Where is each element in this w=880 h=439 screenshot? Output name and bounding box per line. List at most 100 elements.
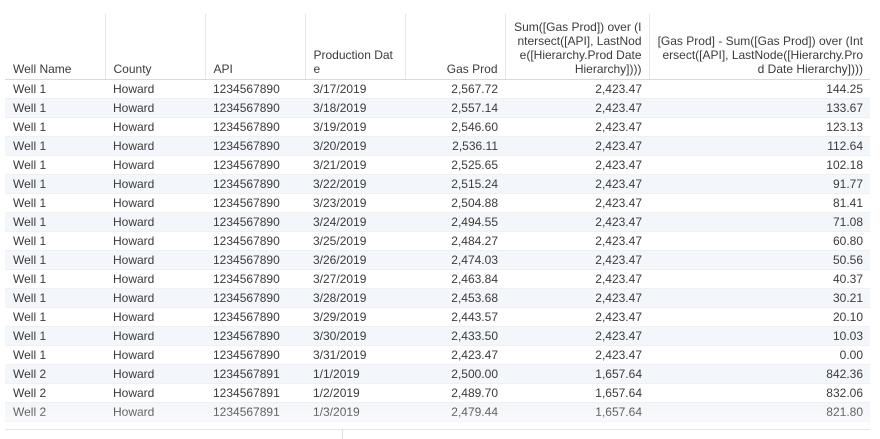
table-cell[interactable]: 1234567890: [205, 288, 305, 308]
table-cell[interactable]: 2,423.47: [505, 174, 649, 194]
column-header-gas-prod-difference[interactable]: [Gas Prod] - Sum([Gas Prod]) over (Inter…: [649, 14, 870, 80]
table-cell[interactable]: 81.41: [649, 193, 870, 213]
table-cell[interactable]: 1234567890: [205, 98, 305, 118]
table-cell[interactable]: 3/19/2019: [305, 117, 405, 137]
table-cell[interactable]: 1234567890: [205, 231, 305, 251]
table-cell[interactable]: 2,423.47: [505, 288, 649, 308]
table-cell[interactable]: 2,423.47: [505, 250, 649, 270]
table-cell[interactable]: 3/18/2019: [305, 98, 405, 118]
table-cell[interactable]: 1234567890: [205, 307, 305, 327]
table-cell[interactable]: 1234567890: [205, 117, 305, 137]
table-cell[interactable]: 3/25/2019: [305, 231, 405, 251]
table-cell[interactable]: Well 1: [5, 231, 105, 251]
table-cell[interactable]: Well 1: [5, 79, 105, 99]
table-cell[interactable]: 1234567890: [205, 136, 305, 156]
table-cell[interactable]: 2,484.27: [405, 231, 505, 251]
table-cell[interactable]: Well 1: [5, 117, 105, 137]
table-cell[interactable]: 2,423.47: [505, 193, 649, 213]
table-cell[interactable]: Howard: [105, 307, 205, 327]
column-header-gas-prod[interactable]: Gas Prod: [405, 14, 506, 80]
table-cell[interactable]: 1/3/2019: [305, 402, 405, 422]
table-cell[interactable]: 2,494.55: [405, 212, 505, 232]
table-row[interactable]: Well 1 Howard 1234567890 3/19/2019 2,546.60 2…: [5, 117, 870, 137]
table-cell[interactable]: 1234567890: [205, 174, 305, 194]
table-cell[interactable]: Well 1: [5, 212, 105, 232]
table-row[interactable]: Well 1 Howard 1234567890 3/23/2019 2,504.88 2…: [5, 193, 870, 213]
table-cell[interactable]: 60.80: [649, 231, 870, 251]
table-cell[interactable]: 1234567890: [205, 269, 305, 289]
table-row[interactable]: Well 1 Howard 1234567890 3/28/2019 2,453.68 2…: [5, 288, 870, 308]
table-cell[interactable]: Well 1: [5, 174, 105, 194]
table-cell[interactable]: 3/29/2019: [305, 307, 405, 327]
table-cell[interactable]: 2,536.11: [405, 136, 505, 156]
table-row[interactable]: Well 1 Howard 1234567890 3/17/2019 2,567.72 2…: [5, 79, 870, 99]
column-header-api[interactable]: API: [205, 14, 306, 80]
table-cell[interactable]: 2,433.50: [405, 326, 505, 346]
table-cell[interactable]: Howard: [105, 345, 205, 365]
table-cell[interactable]: 2,423.47: [505, 117, 649, 137]
table-cell[interactable]: Howard: [105, 364, 205, 384]
table-cell[interactable]: 1234567890: [205, 155, 305, 175]
table-cell[interactable]: 30.21: [649, 288, 870, 308]
table-cell[interactable]: 3/22/2019: [305, 174, 405, 194]
table-row[interactable]: Well 2 Howard 1234567891 1/2/2019 2,489.70 1,…: [5, 383, 870, 403]
table-cell[interactable]: 2,557.14: [405, 98, 505, 118]
table-cell[interactable]: 3/27/2019: [305, 269, 405, 289]
table-cell[interactable]: 2,567.72: [405, 79, 505, 99]
table-cell[interactable]: 2,443.57: [405, 307, 505, 327]
table-cell[interactable]: Well 1: [5, 288, 105, 308]
table-cell[interactable]: 2,423.47: [505, 98, 649, 118]
table-cell[interactable]: 1/2/2019: [305, 383, 405, 403]
table-cell[interactable]: Well 1: [5, 326, 105, 346]
table-cell[interactable]: Well 1: [5, 193, 105, 213]
table-row[interactable]: Well 1 Howard 1234567890 3/30/2019 2,433.50 2…: [5, 326, 870, 346]
table-cell[interactable]: 1,657.64: [505, 402, 649, 422]
table-cell[interactable]: 2,479.44: [405, 402, 505, 422]
table-cell[interactable]: Howard: [105, 326, 205, 346]
table-cell[interactable]: 3/31/2019: [305, 345, 405, 365]
table-cell[interactable]: 2,489.70: [405, 383, 505, 403]
table-cell[interactable]: Well 2: [5, 383, 105, 403]
table-cell[interactable]: 1234567890: [205, 250, 305, 270]
table-cell[interactable]: 50.56: [649, 250, 870, 270]
table-cell[interactable]: 2,423.47: [505, 345, 649, 365]
table-cell[interactable]: 1/1/2019: [305, 364, 405, 384]
table-cell[interactable]: Well 1: [5, 307, 105, 327]
table-cell[interactable]: Well 1: [5, 250, 105, 270]
table-cell[interactable]: 1234567890: [205, 79, 305, 99]
table-cell[interactable]: Well 1: [5, 155, 105, 175]
table-cell[interactable]: Howard: [105, 288, 205, 308]
table-cell[interactable]: 1234567890: [205, 345, 305, 365]
table-cell[interactable]: 2,463.84: [405, 269, 505, 289]
table-row[interactable]: Well 1 Howard 1234567890 3/24/2019 2,494.55 2…: [5, 212, 870, 232]
column-header-sum-gas-prod[interactable]: Sum([Gas Prod]) over (Intersect([API], L…: [505, 14, 650, 80]
table-cell[interactable]: 3/21/2019: [305, 155, 405, 175]
table-cell[interactable]: 2,504.88: [405, 193, 505, 213]
table-cell[interactable]: 2,423.47: [505, 326, 649, 346]
table-cell[interactable]: 3/28/2019: [305, 288, 405, 308]
table-cell[interactable]: 10.03: [649, 326, 870, 346]
table-cell[interactable]: 1,657.64: [505, 364, 649, 384]
table-cell[interactable]: Howard: [105, 174, 205, 194]
table-cell[interactable]: 2,453.68: [405, 288, 505, 308]
table-cell[interactable]: Well 2: [5, 364, 105, 384]
table-cell[interactable]: 3/17/2019: [305, 79, 405, 99]
table-cell[interactable]: 1234567890: [205, 212, 305, 232]
table-cell[interactable]: 3/23/2019: [305, 193, 405, 213]
table-row[interactable]: Well 2 Howard 1234567891 1/3/2019 2,479.44 1,…: [5, 402, 870, 422]
table-cell[interactable]: 2,423.47: [505, 155, 649, 175]
table-cell[interactable]: Howard: [105, 117, 205, 137]
table-row[interactable]: Well 1 Howard 1234567890 3/20/2019 2,536.11 2…: [5, 136, 870, 156]
table-cell[interactable]: 2,423.47: [505, 269, 649, 289]
table-cell[interactable]: 3/20/2019: [305, 136, 405, 156]
table-cell[interactable]: 1234567891: [205, 383, 305, 403]
table-cell[interactable]: Howard: [105, 193, 205, 213]
table-row[interactable]: Well 1 Howard 1234567890 3/22/2019 2,515.24 2…: [5, 174, 870, 194]
column-header-well-name[interactable]: Well Name: [5, 14, 106, 80]
table-cell[interactable]: 2,515.24: [405, 174, 505, 194]
table-cell[interactable]: Howard: [105, 269, 205, 289]
table-cell[interactable]: 2,500.00: [405, 364, 505, 384]
table-cell[interactable]: 112.64: [649, 136, 870, 156]
table-cell[interactable]: 2,423.47: [505, 136, 649, 156]
table-row[interactable]: Well 1 Howard 1234567890 3/29/2019 2,443.57 2…: [5, 307, 870, 327]
